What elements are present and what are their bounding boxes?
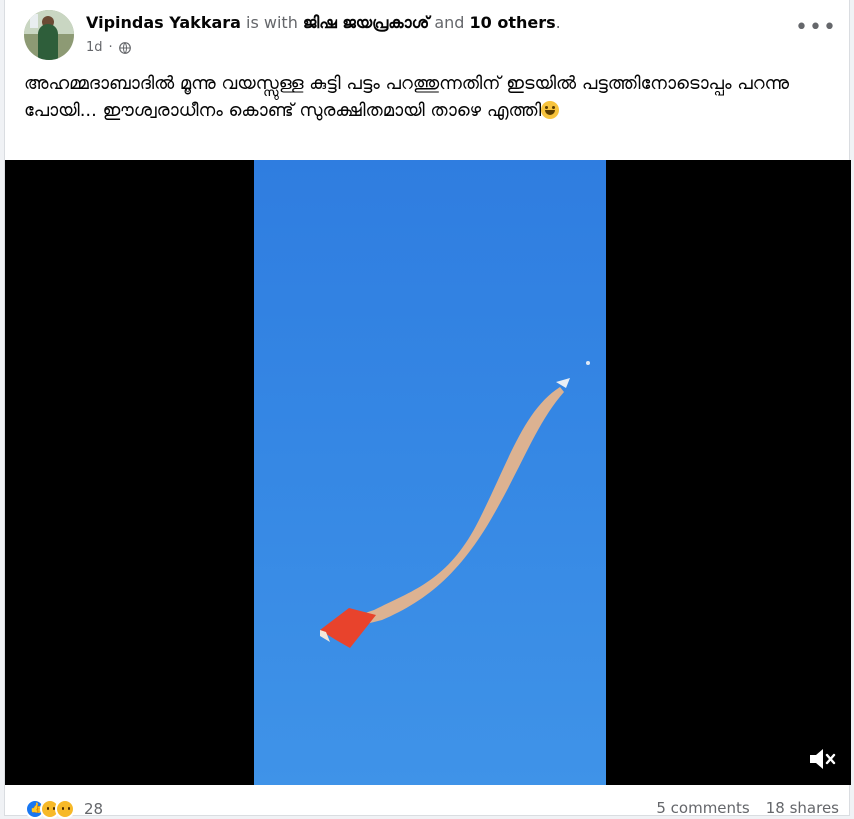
- post-caption: അഹമ്മദാബാദിൽ മൂന്നു വയസ്സുള്ള കുട്ടി പട്…: [24, 70, 824, 124]
- avatar[interactable]: [24, 10, 74, 60]
- video-player[interactable]: [5, 160, 851, 785]
- with-text: is with: [240, 13, 303, 32]
- kite-tail: [344, 387, 564, 628]
- post-header: Vipindas Yakkara is with ജിഷ ജയപ്രകാശ് a…: [24, 10, 837, 60]
- caption-text: അഹമ്മദാബാദിൽ മൂന്നു വയസ്സുള്ള കുട്ടി പട്…: [24, 73, 790, 121]
- kite-body: [320, 608, 376, 648]
- muted-speaker-icon[interactable]: [807, 745, 837, 773]
- globe-icon[interactable]: [118, 41, 131, 54]
- kite-illustration: [320, 361, 590, 648]
- author-line: Vipindas Yakkara is with ജിഷ ജയപ്രകാശ് a…: [86, 13, 561, 33]
- post-meta: 1d ·: [86, 40, 131, 55]
- author-name[interactable]: Vipindas Yakkara: [86, 13, 241, 32]
- comments-count[interactable]: 5 comments: [656, 799, 749, 817]
- reactions-summary[interactable]: 28: [25, 799, 103, 819]
- post-time[interactable]: 1d: [86, 40, 103, 55]
- shares-count[interactable]: 18 shares: [766, 799, 839, 817]
- reaction-count[interactable]: 28: [84, 800, 103, 818]
- grinning-face-emoji-icon: [541, 101, 560, 119]
- post-footer: 28 5 comments 18 shares: [5, 795, 851, 819]
- feed-post: Vipindas Yakkara is with ജിഷ ജയപ്രകാശ് a…: [4, 0, 851, 819]
- sad-icon: [55, 799, 75, 819]
- others-link[interactable]: 10 others: [470, 13, 556, 32]
- more-icon[interactable]: •••: [795, 17, 836, 46]
- and-text: and: [429, 13, 470, 32]
- video-frame: [254, 160, 606, 785]
- engagement-counts: 5 comments 18 shares: [656, 799, 839, 817]
- tagged-name[interactable]: ജിഷ ജയപ്രകാശ്: [303, 13, 429, 32]
- dot-separator: ·: [108, 40, 113, 55]
- kite-top: [556, 378, 570, 388]
- period: .: [555, 13, 561, 32]
